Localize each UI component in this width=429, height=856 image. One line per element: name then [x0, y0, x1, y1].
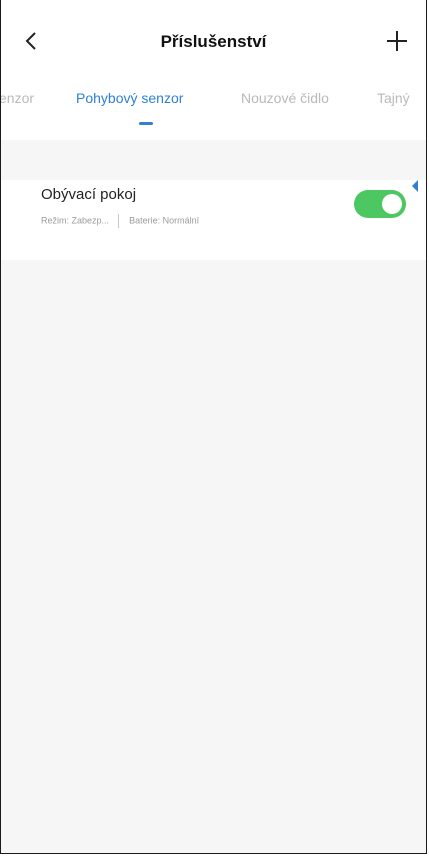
device-mode: Režim: Zabezp... — [41, 215, 110, 226]
device-battery: Baterie: Normální — [129, 215, 200, 226]
section-gap — [1, 140, 426, 180]
plus-icon — [387, 31, 407, 51]
active-tab-indicator — [139, 122, 153, 125]
category-tabs: enzor Pohybový senzor Nouzové čidlo Tajn… — [1, 80, 426, 140]
add-accessory-button[interactable] — [382, 26, 412, 56]
tab-motion-sensor[interactable]: Pohybový senzor — [76, 90, 183, 106]
app-screen: Příslušenství enzor Pohybový senzor Nouz… — [0, 0, 427, 854]
device-enabled-toggle[interactable] — [354, 190, 406, 218]
device-meta: Režim: Zabezp... Baterie: Normální — [41, 214, 199, 228]
device-name: Obývací pokoj — [41, 186, 137, 203]
edge-marker-icon — [412, 180, 418, 192]
meta-divider — [117, 214, 119, 228]
page-title: Příslušenství — [160, 32, 267, 51]
tab-emergency-sensor[interactable]: Nouzové čidlo — [241, 90, 329, 106]
header: Příslušenství — [1, 0, 426, 80]
tab-senzor[interactable]: enzor — [1, 90, 34, 106]
toggle-knob — [382, 194, 402, 214]
device-item[interactable]: Obývací pokoj Režim: Zabezp... Baterie: … — [1, 180, 426, 260]
tab-secret[interactable]: Tajný — [377, 90, 410, 106]
